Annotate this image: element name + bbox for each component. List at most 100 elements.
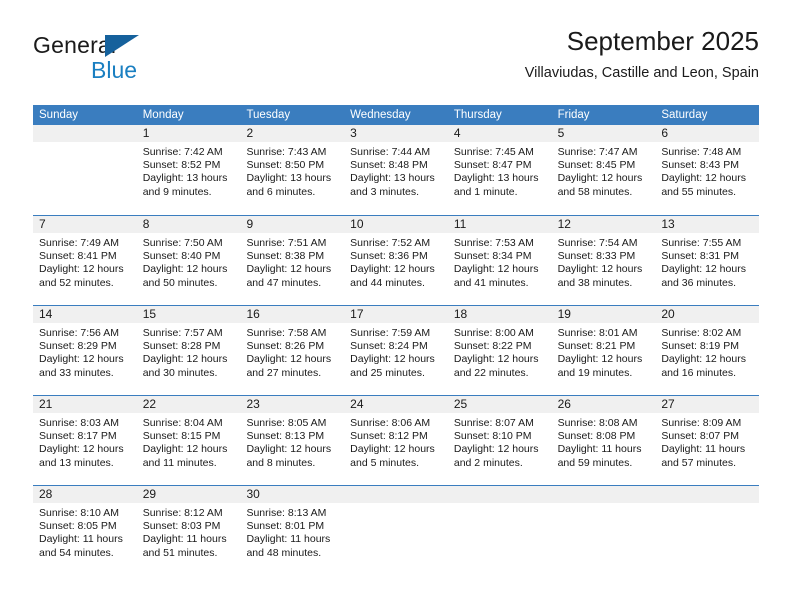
daylight-text: Daylight: 12 hours and 19 minutes. — [557, 353, 643, 379]
calendar-day-cell[interactable]: 2 Sunrise: 7:43 AM Sunset: 8:50 PM Daylight… — [240, 125, 345, 215]
calendar-day-cell[interactable]: 25 Sunrise: 8:07 AM Sunset: 8:10 PM Dayligh… — [447, 396, 552, 485]
day-number: 18 — [447, 306, 552, 323]
calendar-day-cell[interactable]: 10 Sunrise: 7:52 AM Sunset: 8:36 PM Dayligh… — [344, 216, 448, 305]
calendar-day-cell[interactable]: 8 Sunrise: 7:50 AM Sunset: 8:40 PM Daylight… — [136, 216, 241, 305]
daylight-text: Daylight: 11 hours and 54 minutes. — [39, 533, 123, 559]
sunrise-text: Sunrise: 8:08 AM — [557, 417, 638, 429]
calendar-day-cell[interactable]: 17 Sunrise: 7:59 AM Sunset: 8:24 PM Dayligh… — [344, 306, 448, 395]
sunset-text: Sunset: 8:26 PM — [246, 340, 325, 353]
sunrise-text: Sunrise: 7:43 AM — [246, 146, 327, 158]
sunrise-text: Sunrise: 8:05 AM — [246, 417, 327, 429]
calendar-day-cell[interactable]: 12 Sunrise: 7:54 AM Sunset: 8:33 PM Dayligh… — [551, 216, 656, 305]
calendar-day-cell[interactable]: 23 Sunrise: 8:05 AM Sunset: 8:13 PM Dayligh… — [240, 396, 345, 485]
general-blue-logo[interactable]: General Blue — [33, 32, 213, 88]
sunset-text: Sunset: 8:03 PM — [142, 520, 221, 533]
daylight-text: Daylight: 12 hours and 47 minutes. — [246, 263, 332, 289]
calendar-day-cell[interactable]: 15 Sunrise: 7:57 AM Sunset: 8:28 PM Dayligh… — [136, 306, 241, 395]
daylight-text: Daylight: 12 hours and 22 minutes. — [453, 353, 539, 379]
calendar-day-cell[interactable]: 6 Sunrise: 7:48 AM Sunset: 8:43 PM Daylight… — [655, 125, 760, 215]
sunrise-text: Sunrise: 8:04 AM — [142, 417, 223, 429]
day-details: Sunrise: 7:47 AM Sunset: 8:45 PM Daylight:… — [552, 142, 656, 199]
calendar-day-cell[interactable]: 28 Sunrise: 8:10 AM Sunset: 8:05 PM Dayligh… — [33, 486, 137, 575]
calendar-day-cell[interactable]: 9 Sunrise: 7:51 AM Sunset: 8:38 PM Daylight… — [240, 216, 345, 305]
sunrise-text: Sunrise: 7:56 AM — [39, 327, 119, 339]
day-details: Sunrise: 7:57 AM Sunset: 8:28 PM Daylight:… — [137, 323, 241, 380]
sunset-text: Sunset: 8:21 PM — [557, 340, 636, 353]
sunset-text: Sunset: 8:34 PM — [453, 250, 532, 263]
calendar-day-cell[interactable]: 1 Sunrise: 7:42 AM Sunset: 8:52 PM Daylight… — [136, 125, 241, 215]
day-number: 4 — [447, 125, 552, 142]
calendar-cell-empty — [33, 125, 137, 215]
day-details: Sunrise: 8:09 AM Sunset: 8:07 PM Daylight:… — [655, 413, 759, 470]
day-number: 26 — [551, 396, 656, 413]
day-details: Sunrise: 8:01 AM Sunset: 8:21 PM Daylight:… — [552, 323, 656, 380]
day-number — [344, 486, 448, 503]
day-number: 12 — [551, 216, 656, 233]
day-details: Sunrise: 8:12 AM Sunset: 8:03 PM Daylight:… — [137, 503, 241, 560]
sunrise-text: Sunrise: 8:06 AM — [350, 417, 431, 429]
day-details: Sunrise: 7:49 AM Sunset: 8:41 PM Daylight:… — [33, 233, 137, 290]
page-header: General Blue September 2025 Villaviudas,… — [33, 24, 759, 96]
sunset-text: Sunset: 8:41 PM — [39, 250, 117, 263]
calendar-day-cell[interactable]: 5 Sunrise: 7:47 AM Sunset: 8:45 PM Daylight… — [551, 125, 656, 215]
calendar-day-cell[interactable]: 7 Sunrise: 7:49 AM Sunset: 8:41 PM Daylight… — [33, 216, 137, 305]
daylight-text: Daylight: 11 hours and 51 minutes. — [142, 533, 227, 559]
sunrise-text: Sunrise: 7:55 AM — [661, 237, 742, 249]
calendar-day-cell[interactable]: 27 Sunrise: 8:09 AM Sunset: 8:07 PM Dayligh… — [655, 396, 760, 485]
sunset-text: Sunset: 8:12 PM — [350, 430, 428, 443]
daylight-text: Daylight: 12 hours and 30 minutes. — [142, 353, 228, 379]
sunset-text: Sunset: 8:29 PM — [39, 340, 117, 353]
calendar-day-cell[interactable]: 26 Sunrise: 8:08 AM Sunset: 8:08 PM Dayligh… — [551, 396, 656, 485]
calendar-day-cell[interactable]: 4 Sunrise: 7:45 AM Sunset: 8:47 PM Daylight… — [447, 125, 552, 215]
calendar-day-cell[interactable]: 20 Sunrise: 8:02 AM Sunset: 8:19 PM Dayligh… — [655, 306, 760, 395]
calendar-day-cell[interactable]: 30 Sunrise: 8:13 AM Sunset: 8:01 PM Dayligh… — [240, 486, 345, 575]
calendar-day-cell[interactable]: 24 Sunrise: 8:06 AM Sunset: 8:12 PM Dayligh… — [344, 396, 448, 485]
weekday-header-wednesday: Wednesday — [350, 109, 411, 121]
calendar-day-cell[interactable]: 21 Sunrise: 8:03 AM Sunset: 8:17 PM Dayligh… — [33, 396, 137, 485]
day-details: Sunrise: 8:02 AM Sunset: 8:19 PM Daylight:… — [655, 323, 759, 380]
calendar-day-cell[interactable]: 18 Sunrise: 8:00 AM Sunset: 8:22 PM Dayligh… — [447, 306, 552, 395]
sunset-text: Sunset: 8:50 PM — [246, 159, 325, 172]
day-number — [655, 486, 760, 503]
sunset-text: Sunset: 8:24 PM — [350, 340, 428, 353]
calendar-day-cell[interactable]: 16 Sunrise: 7:58 AM Sunset: 8:26 PM Dayligh… — [240, 306, 345, 395]
daylight-text: Daylight: 12 hours and 38 minutes. — [557, 263, 643, 289]
day-number: 11 — [447, 216, 552, 233]
day-number: 27 — [655, 396, 760, 413]
calendar-day-cell[interactable]: 14 Sunrise: 7:56 AM Sunset: 8:29 PM Dayligh… — [33, 306, 137, 395]
daylight-text: Daylight: 12 hours and 52 minutes. — [39, 263, 124, 289]
calendar-day-cell[interactable]: 3 Sunrise: 7:44 AM Sunset: 8:48 PM Daylight… — [344, 125, 448, 215]
calendar-day-cell[interactable]: 13 Sunrise: 7:55 AM Sunset: 8:31 PM Dayligh… — [655, 216, 760, 305]
sunrise-text: Sunrise: 7:48 AM — [661, 146, 742, 158]
triangle-icon — [105, 35, 139, 57]
sunset-text: Sunset: 8:15 PM — [142, 430, 221, 443]
calendar-day-cell[interactable]: 11 Sunrise: 7:53 AM Sunset: 8:34 PM Dayligh… — [447, 216, 552, 305]
day-details: Sunrise: 7:53 AM Sunset: 8:34 PM Daylight:… — [448, 233, 552, 290]
calendar-day-cell[interactable]: 22 Sunrise: 8:04 AM Sunset: 8:15 PM Dayligh… — [136, 396, 241, 485]
sunset-text: Sunset: 8:52 PM — [142, 159, 221, 172]
sunrise-text: Sunrise: 7:59 AM — [350, 327, 431, 339]
day-details: Sunrise: 7:56 AM Sunset: 8:29 PM Daylight:… — [33, 323, 137, 380]
sunrise-text: Sunrise: 7:47 AM — [557, 146, 638, 158]
daylight-text: Daylight: 12 hours and 44 minutes. — [350, 263, 435, 289]
day-number: 17 — [344, 306, 448, 323]
day-number — [447, 486, 552, 503]
daylight-text: Daylight: 12 hours and 25 minutes. — [350, 353, 435, 379]
day-number: 20 — [655, 306, 760, 323]
sunset-text: Sunset: 8:17 PM — [39, 430, 117, 443]
sunset-text: Sunset: 8:01 PM — [246, 520, 325, 533]
calendar-day-cell[interactable]: 19 Sunrise: 8:01 AM Sunset: 8:21 PM Dayligh… — [551, 306, 656, 395]
day-number: 29 — [136, 486, 241, 503]
day-number: 14 — [33, 306, 137, 323]
day-details: Sunrise: 7:48 AM Sunset: 8:43 PM Daylight:… — [655, 142, 759, 199]
calendar-grid: Sunday Monday Tuesday Wednesday Thursday Frid… — [33, 105, 760, 575]
day-details: Sunrise: 7:42 AM Sunset: 8:52 PM Daylight:… — [137, 142, 241, 199]
day-number: 5 — [551, 125, 656, 142]
day-details: Sunrise: 7:50 AM Sunset: 8:40 PM Daylight:… — [137, 233, 241, 290]
day-number: 30 — [240, 486, 345, 503]
calendar-day-cell[interactable]: 29 Sunrise: 8:12 AM Sunset: 8:03 PM Dayligh… — [136, 486, 241, 575]
daylight-text: Daylight: 12 hours and 16 minutes. — [661, 353, 746, 379]
day-details: Sunrise: 8:07 AM Sunset: 8:10 PM Daylight:… — [448, 413, 552, 470]
daylight-text: Daylight: 13 hours and 6 minutes. — [246, 172, 332, 198]
daylight-text: Daylight: 12 hours and 50 minutes. — [142, 263, 228, 289]
